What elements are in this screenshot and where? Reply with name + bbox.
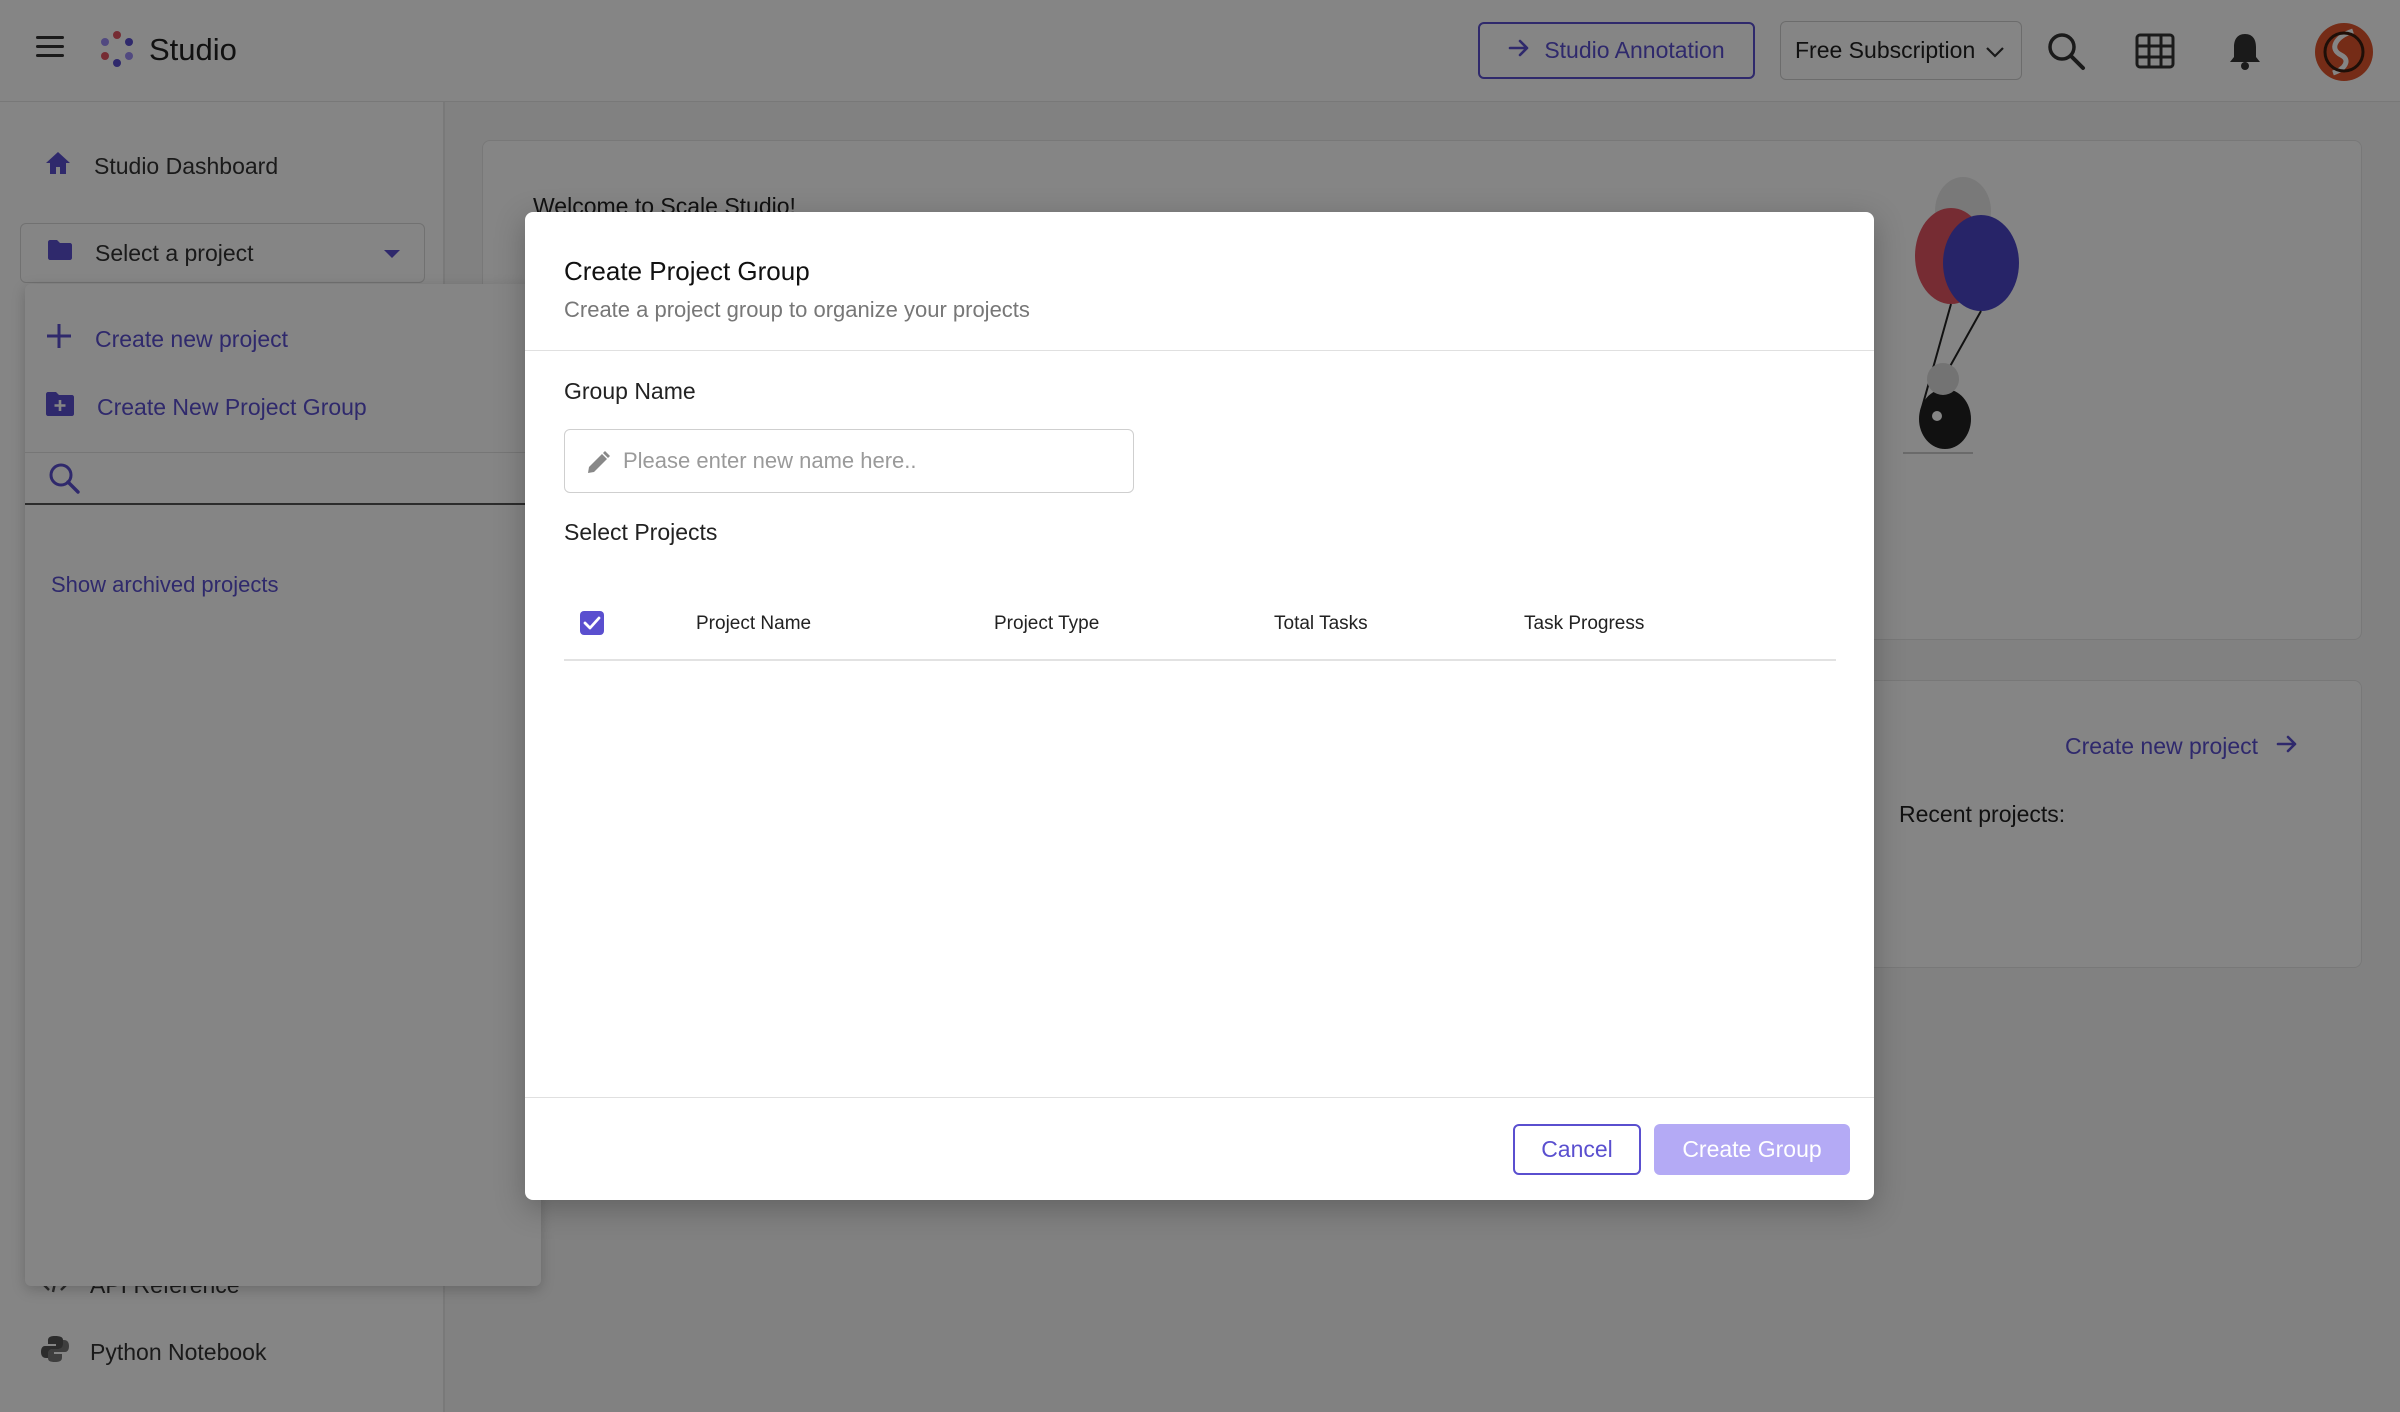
column-task-progress[interactable]: Task Progress <box>1524 613 1644 635</box>
divider <box>525 1097 1874 1098</box>
divider <box>525 350 1874 351</box>
dialog-subtitle: Create a project group to organize your … <box>564 297 1030 322</box>
create-group-button[interactable]: Create Group <box>1654 1124 1850 1175</box>
pencil-icon <box>585 450 611 481</box>
select-all-checkbox[interactable] <box>580 611 604 635</box>
column-total-tasks[interactable]: Total Tasks <box>1274 613 1368 635</box>
column-project-type[interactable]: Project Type <box>994 613 1099 635</box>
column-project-name[interactable]: Project Name <box>696 613 811 635</box>
projects-table-header: Project Name Project Type Total Tasks Ta… <box>564 587 1836 661</box>
select-projects-label: Select Projects <box>564 519 718 545</box>
group-name-label: Group Name <box>564 378 696 404</box>
dialog-title: Create Project Group <box>564 256 810 286</box>
cancel-button[interactable]: Cancel <box>1513 1124 1641 1175</box>
create-project-group-dialog: Create Project Group Create a project gr… <box>525 212 1874 1200</box>
group-name-input[interactable] <box>623 440 1123 482</box>
group-name-field <box>564 429 1134 493</box>
